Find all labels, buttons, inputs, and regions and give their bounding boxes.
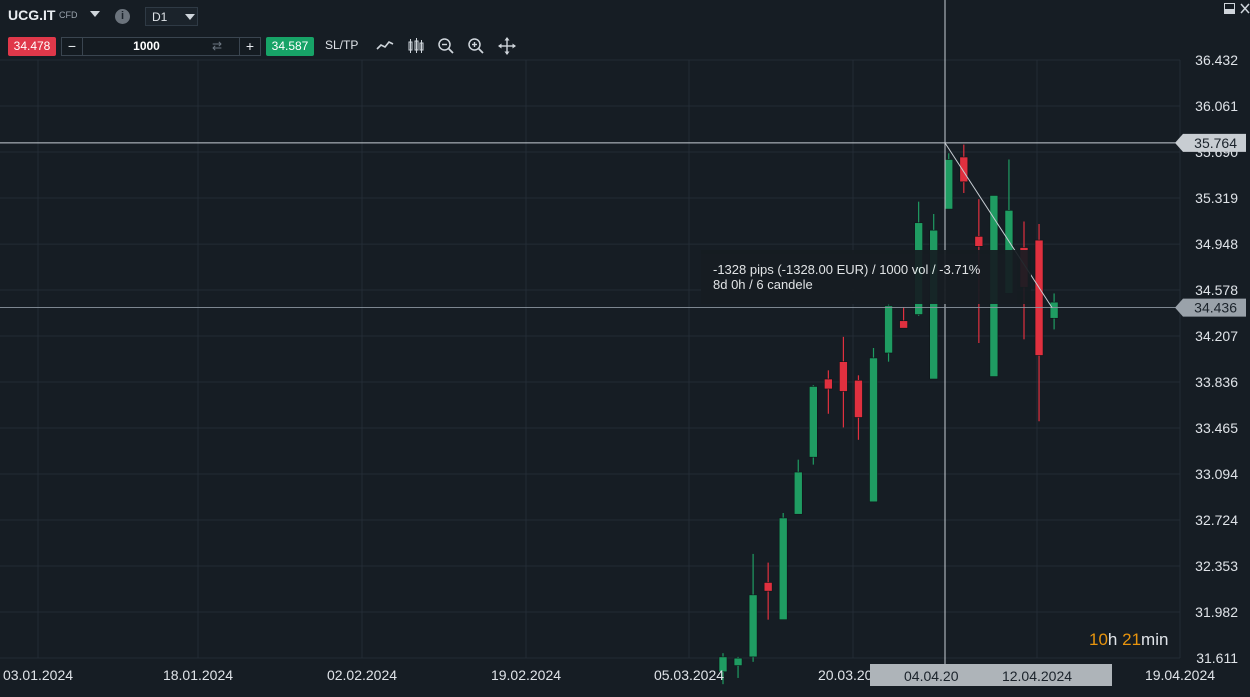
candle-body: [824, 378, 833, 390]
price-tick-label: 32.353: [1195, 558, 1238, 574]
quantity-stepper[interactable]: − 1000 ⇄ +: [61, 37, 261, 56]
crosshair-date-tag: 04.04.20: [904, 668, 959, 684]
price-chart[interactable]: 36.43236.06135.69035.31934.94834.57834.2…: [0, 0, 1250, 697]
candle-body: [748, 594, 758, 658]
quantity-input[interactable]: 1000: [84, 38, 209, 55]
countdown-hours-unit: h: [1107, 630, 1123, 649]
candle-body: [899, 320, 908, 329]
candle-bullish: [808, 385, 818, 465]
candlestick-icon[interactable]: [407, 37, 425, 55]
price-axis: 36.43236.06135.69035.31934.94834.57834.2…: [1175, 52, 1246, 666]
candle-body: [839, 361, 848, 392]
swap-icon[interactable]: ⇄: [212, 38, 222, 55]
candle-bullish: [748, 553, 758, 662]
sell-price-button[interactable]: 34.478: [8, 37, 56, 56]
price-tick-label: 34.578: [1195, 282, 1238, 298]
candle-bearish: [763, 562, 773, 620]
price-tick-label: 31.611: [1196, 650, 1238, 666]
candle-body: [944, 159, 954, 210]
price-tick-label: 34.207: [1195, 328, 1238, 344]
candles: [718, 144, 1059, 685]
candle-body: [778, 517, 788, 620]
time-tick-label: 02.02.2024: [327, 667, 397, 683]
candle-bullish: [884, 304, 893, 362]
countdown-minutes-unit: min: [1141, 630, 1169, 649]
close-icon[interactable]: [1240, 3, 1250, 14]
candle-bearish: [824, 370, 833, 414]
price-tick-label: 31.982: [1195, 604, 1238, 620]
toolbar: UCG.IT CFD i D1 34.478 − 1000 ⇄ + 34.587…: [0, 0, 1250, 62]
candle-body: [808, 386, 818, 458]
buy-price-button[interactable]: 34.587: [266, 37, 314, 56]
time-tick-label: 03.01.2024: [3, 667, 73, 683]
candle-countdown: 10h 21min: [1089, 630, 1168, 650]
timeframe-value: D1: [152, 10, 168, 24]
candle-bearish: [854, 375, 863, 440]
measure-tooltip-line2: 8d 0h / 6 candele: [713, 277, 813, 292]
symbol-label[interactable]: UCG.IT: [8, 7, 55, 23]
countdown-hours: 10: [1089, 630, 1108, 649]
highlight-date-tag: 12.04.2024: [1002, 668, 1072, 684]
time-tick-label: 18.01.2024: [163, 667, 233, 683]
move-icon[interactable]: [498, 37, 516, 55]
candle-bullish: [793, 459, 803, 515]
candle-bullish: [869, 348, 878, 503]
crosshair-price-tag: 35.764: [1194, 135, 1237, 151]
price-tick-label: 36.061: [1195, 98, 1238, 114]
candle-bullish: [944, 153, 954, 210]
minimize-icon[interactable]: [1224, 3, 1235, 14]
measure-tooltip: -1328 pips (-1328.00 EUR) / 1000 vol / -…: [701, 250, 1031, 304]
candle-body: [869, 357, 878, 503]
candle-bullish: [733, 656, 743, 678]
candle-bullish: [1049, 293, 1059, 330]
info-icon[interactable]: i: [115, 9, 130, 24]
timeframe-select[interactable]: D1: [145, 7, 198, 26]
candle-body: [959, 156, 969, 183]
candle-body: [854, 379, 863, 418]
price-tick-label: 35.319: [1195, 190, 1238, 206]
time-tick-label: 19.04.2024: [1145, 667, 1215, 683]
sltp-button[interactable]: SL/TP: [325, 38, 358, 52]
time-tick-label: 05.03.2024: [654, 667, 724, 683]
time-tick-label: 19.02.2024: [491, 667, 561, 683]
time-axis: 03.01.2024 18.01.2024 02.02.2024 19.02.2024…: [3, 664, 1215, 686]
candle-body: [1034, 239, 1044, 356]
candle-bearish: [839, 336, 848, 428]
candle-bullish: [778, 512, 788, 620]
zoom-in-icon[interactable]: [467, 37, 485, 55]
price-tick-label: 33.094: [1195, 466, 1238, 482]
candle-body: [793, 471, 803, 515]
candle-bearish: [1034, 223, 1044, 422]
chart-grid: [0, 59, 1181, 659]
measure-tooltip-line1: -1328 pips (-1328.00 EUR) / 1000 vol / -…: [713, 262, 981, 277]
price-tick-label: 32.724: [1195, 512, 1238, 528]
symbol-dropdown-icon[interactable]: [90, 11, 100, 17]
candle-body: [974, 236, 984, 247]
decrease-button[interactable]: −: [62, 38, 83, 55]
candle-body: [733, 657, 743, 666]
current-price-tag: 34.436: [1194, 300, 1237, 316]
increase-button[interactable]: +: [239, 38, 260, 55]
candle-bearish: [899, 307, 908, 329]
candle-body: [1049, 301, 1059, 319]
instrument-type-label: CFD: [59, 10, 78, 20]
candle-body: [763, 582, 773, 592]
chevron-down-icon: [185, 14, 195, 20]
zoom-out-icon[interactable]: [437, 37, 455, 55]
countdown-minutes: 21: [1122, 630, 1142, 649]
price-tick-label: 33.465: [1195, 420, 1238, 436]
chart-overlay: [0, 0, 1180, 686]
candle-body: [884, 305, 893, 354]
price-tick-label: 33.836: [1195, 374, 1238, 390]
line-chart-icon[interactable]: [376, 37, 394, 55]
price-tick-label: 34.948: [1195, 236, 1238, 252]
